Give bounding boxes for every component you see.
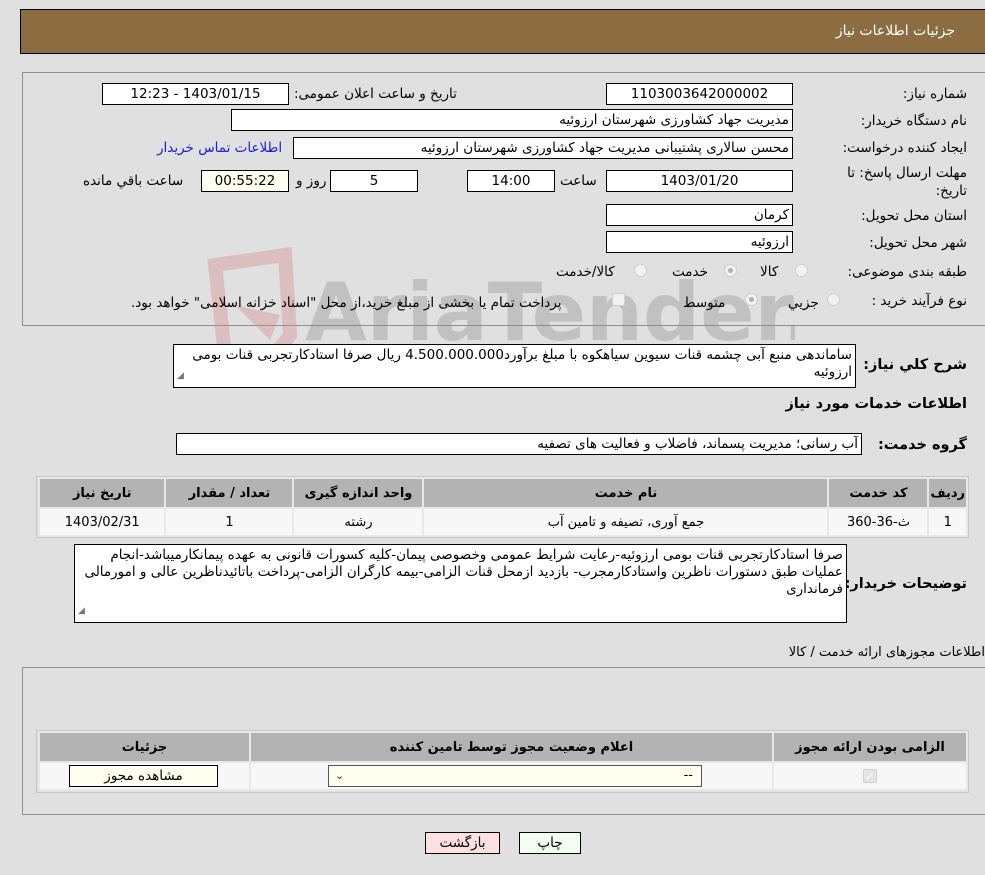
col-row: ردیف	[927, 477, 968, 509]
treasury-note: پرداخت تمام یا بخشی از مبلغ خرید،از محل …	[131, 295, 562, 311]
service-group-field: آب رسانی؛ مدیریت پسماند، فاضلاب و فعالیت…	[176, 433, 862, 455]
announce-date-label: تاریخ و ساعت اعلان عمومی:	[294, 86, 457, 102]
need-number-label: شماره نیاز:	[902, 86, 967, 102]
buyer-contact-link[interactable]: اطلاعات تماس خریدار	[157, 140, 282, 156]
process-label: نوع فرآیند خرید :	[871, 293, 967, 309]
process-radio-small[interactable]	[827, 293, 840, 306]
buyer-org-label: نام دستگاه خریدار:	[860, 113, 967, 129]
creator-label: ایجاد کننده درخواست:	[842, 140, 967, 156]
col-license-required: الزامی بودن ارائه مجوز	[772, 731, 968, 763]
process-option-small: جزیي	[788, 295, 819, 311]
deadline-time-label: ساعت	[560, 173, 597, 189]
city-field: ارزوئیه	[606, 231, 793, 253]
category-option-service: خدمت	[672, 264, 708, 280]
resize-handle-icon[interactable]: ◢	[78, 603, 85, 620]
deadline-label: مهلت ارسال پاسخ: تا تاریخ:	[847, 165, 967, 199]
category-radio-service[interactable]	[724, 264, 737, 277]
view-license-button[interactable]: مشاهده مجوز	[69, 765, 218, 787]
services-table: ردیف کد خدمت نام خدمت واحد اندازه گیری ت…	[37, 477, 968, 537]
services-table-header: ردیف کد خدمت نام خدمت واحد اندازه گیری ت…	[37, 477, 968, 509]
remaining-time-label: ساعت باقي مانده	[83, 173, 184, 189]
process-option-medium: متوسط	[683, 295, 726, 311]
deadline-time-field: 14:00	[467, 170, 555, 192]
service-group-label: گروه خدمت:	[877, 437, 967, 453]
creator-field: محسن سالاری پشتیبانی مدیریت جهاد کشاورزی…	[293, 137, 793, 159]
category-option-goods-service: کالا/خدمت	[556, 264, 615, 280]
col-unit: واحد اندازه گیری	[292, 477, 425, 509]
cell-service-name: جمع آوری، تصیفه و تامین آب	[422, 507, 830, 537]
services-section-title: اطلاعات خدمات مورد نیاز	[785, 396, 967, 412]
buyer-notes-text: صرفا استادکارتجربی قنات بومی ارزوئیه-رعا…	[84, 547, 843, 597]
cell-license-required: ✓	[772, 761, 968, 791]
page-title: جزئیات اطلاعات نیاز	[835, 23, 955, 39]
category-label: طبقه بندی موضوعی:	[847, 264, 967, 280]
days-remaining-field: 5	[330, 170, 418, 192]
licenses-section-title: اطلاعات مجوزهای ارائه خدمت / کالا	[788, 645, 985, 660]
page-header: جزئیات اطلاعات نیاز	[20, 9, 985, 54]
license-status-value: --	[683, 768, 693, 783]
licenses-table-header: الزامی بودن ارائه مجوز اعلام وضعیت مجوز …	[38, 731, 968, 763]
deadline-date-field: 1403/01/20	[606, 170, 793, 192]
license-required-checkbox[interactable]: ✓	[863, 768, 877, 783]
category-option-goods: کالا	[760, 264, 779, 280]
col-service-code: کد خدمت	[827, 477, 930, 509]
cell-unit: رشته	[292, 507, 425, 537]
cell-service-code: ث-36-360	[827, 507, 930, 537]
cell-row: 1	[927, 507, 968, 537]
announce-date-field: 1403/01/15 - 12:23	[102, 83, 289, 105]
buyer-org-field: مدیریت جهاد کشاورزی شهرستان ارزوئیه	[231, 109, 793, 131]
need-number-field: 1103003642000002	[606, 83, 793, 105]
print-button[interactable]: چاپ	[519, 832, 581, 854]
back-button[interactable]: بازگشت	[425, 832, 500, 854]
license-status-select[interactable]: -- ⌄	[328, 765, 702, 787]
resize-handle-icon[interactable]: ◢	[177, 368, 184, 385]
city-label: شهر محل تحویل:	[869, 235, 967, 251]
category-radio-goods-service[interactable]	[634, 264, 647, 277]
description-label: شرح کلي نياز:	[863, 357, 967, 373]
col-need-date: تاریخ نیاز	[37, 477, 167, 509]
col-license-details: جزئیات	[38, 731, 251, 763]
table-row: 1 ث-36-360 جمع آوری، تصیفه و تامین آب رش…	[37, 507, 968, 537]
remaining-time-field: 00:55:22	[201, 170, 289, 192]
treasury-checkbox[interactable]	[612, 293, 625, 306]
buyer-notes-textarea[interactable]: صرفا استادکارتجربی قنات بومی ارزوئیه-رعا…	[74, 544, 847, 623]
process-radio-medium[interactable]	[745, 293, 758, 306]
col-quantity: تعداد / مقدار	[164, 477, 295, 509]
buyer-notes-label: توضیحات خریدار:	[844, 576, 967, 592]
description-textarea[interactable]: ساماندهی منبع آبی چشمه قنات سیوین سیاهکو…	[173, 344, 856, 388]
days-label: روز و	[296, 173, 327, 189]
cell-quantity: 1	[164, 507, 295, 537]
cell-need-date: 1403/02/31	[37, 507, 167, 537]
col-license-status: اعلام وضعیت مجوز توسط تامین کننده	[249, 731, 774, 763]
province-label: استان محل تحویل:	[861, 208, 967, 224]
chevron-down-icon: ⌄	[335, 769, 345, 782]
col-service-name: نام خدمت	[422, 477, 830, 509]
province-field: کرمان	[606, 204, 793, 226]
description-text: ساماندهی منبع آبی چشمه قنات سیوین سیاهکو…	[192, 347, 852, 380]
category-radio-goods[interactable]	[795, 264, 808, 277]
